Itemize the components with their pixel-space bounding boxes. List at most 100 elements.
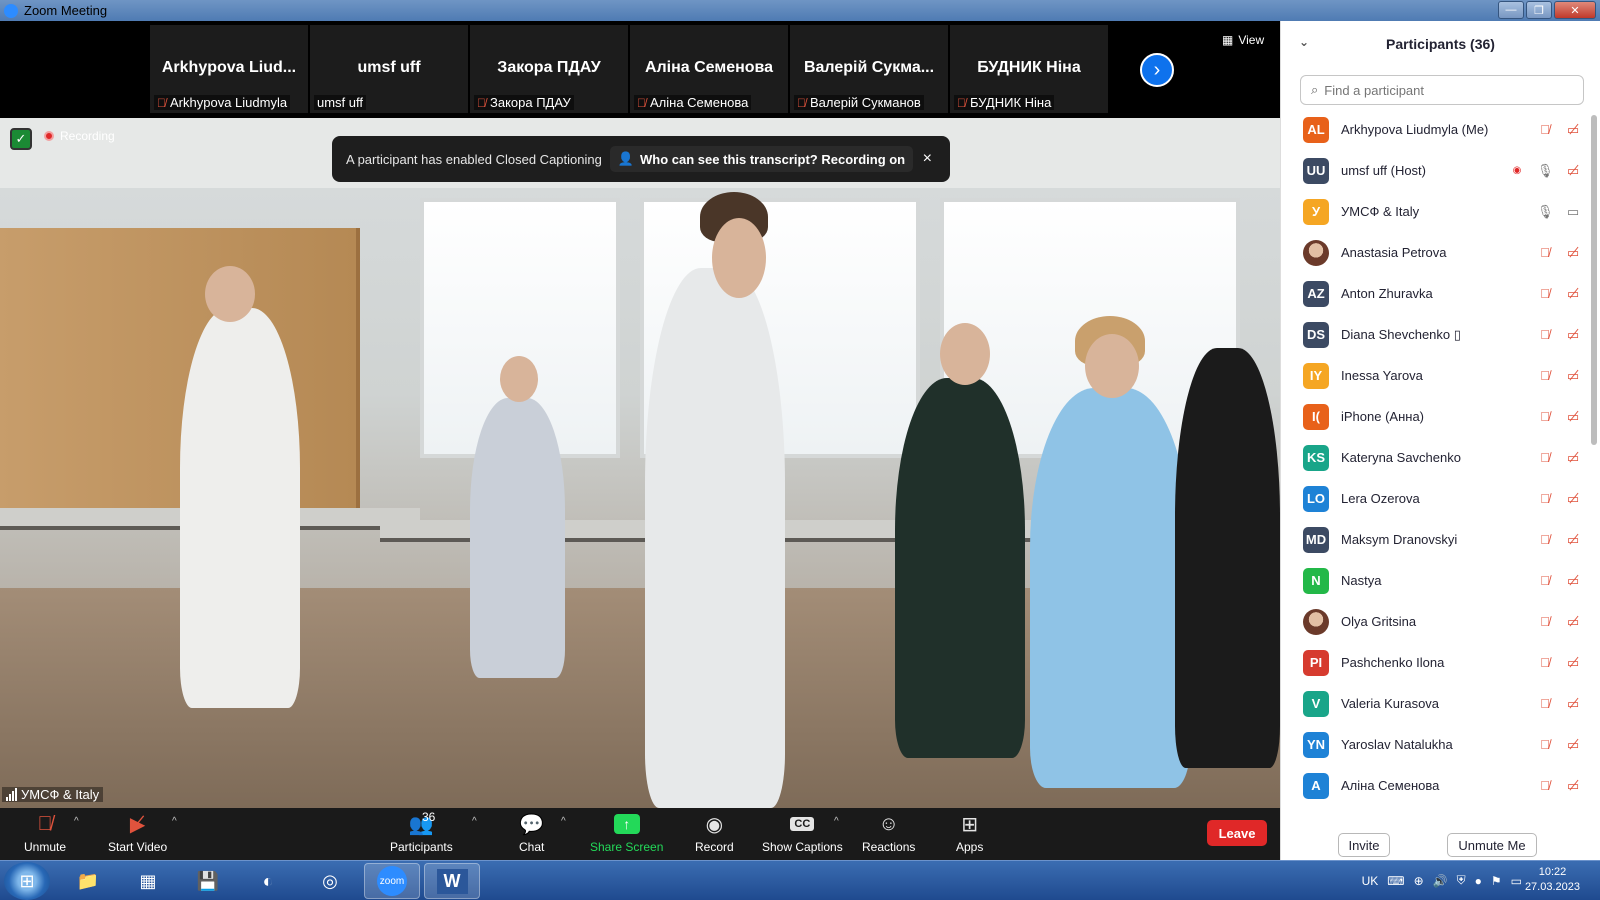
transcript-info-link[interactable]: 👤 Who can see this transcript? Recording… <box>609 146 914 172</box>
audio-options-chevron-icon[interactable]: ^ <box>74 816 79 827</box>
participant-row[interactable]: PI Pashchenko Ilona 🎙̸ ▭̸ <box>1281 642 1585 683</box>
taskbar-calculator[interactable]: ▦ <box>120 863 176 899</box>
mic-muted-icon[interactable]: 🎙̸ <box>1537 450 1553 465</box>
keyboard-icon[interactable]: ⌨ <box>1387 874 1404 888</box>
participants-button[interactable]: 👥 36 Participants <box>390 810 453 854</box>
participant-row[interactable]: Olya Gritsina 🎙̸ ▭̸ <box>1281 601 1585 642</box>
video-tile[interactable]: Закора ПДАУ 🎙̸ Закора ПДАУ <box>470 25 628 113</box>
volume-icon[interactable]: 🔊 <box>1433 874 1448 888</box>
mic-muted-icon[interactable]: 🎙̸ <box>1537 573 1553 588</box>
mic-muted-icon[interactable]: 🎙̸ <box>1537 122 1553 137</box>
unmute-button[interactable]: 🎙̸ Unmute <box>24 812 66 855</box>
participant-row[interactable]: UU umsf uff (Host) ◉ 🎙 ▭̸ <box>1281 150 1585 191</box>
close-window-button[interactable]: ✕ <box>1554 1 1596 19</box>
share-screen-button[interactable]: ↑ Share Screen <box>590 812 663 854</box>
transcript-info-text: Who can see this transcript? Recording o… <box>640 151 906 167</box>
banner-close-button[interactable]: × <box>923 150 936 168</box>
view-button[interactable]: ▦ View <box>1222 33 1264 47</box>
taskbar-save-app[interactable]: 💾 <box>180 863 236 899</box>
participants-options-chevron-icon[interactable]: ^ <box>472 816 477 827</box>
mic-muted-icon[interactable]: 🎙̸ <box>1537 409 1553 424</box>
participant-row[interactable]: AL Arkhypova Liudmyla (Me) 🎙̸ ▭̸ <box>1281 109 1585 150</box>
video-options-chevron-icon[interactable]: ^ <box>172 816 177 827</box>
participant-status-icons: 🎙̸ ▭̸ <box>1537 778 1581 794</box>
mic-muted-icon[interactable]: 🎙̸ <box>1537 696 1553 711</box>
leave-button[interactable]: Leave <box>1207 820 1267 846</box>
participant-status-icons: 🎙̸ ▭̸ <box>1537 614 1581 630</box>
taskbar-edge[interactable]: ◐ <box>240 863 296 899</box>
video-tile[interactable]: БУДНИК Ніна 🎙̸ БУДНИК Ніна <box>950 25 1108 113</box>
mic-muted-icon[interactable]: 🎙̸ <box>1537 778 1553 793</box>
flag-icon[interactable]: ⚑ <box>1491 874 1502 888</box>
show-captions-button[interactable]: CC Show Captions <box>762 812 843 854</box>
mic-muted-icon[interactable]: 🎙̸ <box>1537 737 1553 752</box>
video-tile[interactable]: Валерій Сукма... 🎙̸ Валерій Сукманов <box>790 25 948 113</box>
mic-muted-icon[interactable]: 🎙̸ <box>1537 286 1553 301</box>
tile-display-name: Arkhypova Liud... <box>161 59 297 76</box>
mic-muted-icon[interactable]: 🎙̸ <box>1537 532 1553 547</box>
participant-list-scrollbar[interactable] <box>1591 115 1597 445</box>
mic-muted-icon[interactable]: 🎙̸ <box>1537 245 1553 260</box>
mic-muted-icon[interactable]: 🎙̸ <box>1537 368 1553 383</box>
captions-options-chevron-icon[interactable]: ^ <box>834 816 839 827</box>
start-video-button[interactable]: ▶̸ Start Video <box>108 812 167 855</box>
video-tile[interactable]: umsf uff umsf uff <box>310 25 468 113</box>
mic-muted-icon[interactable]: 🎙̸ <box>1537 614 1553 629</box>
participant-row[interactable]: MD Maksym Dranovskyi 🎙̸ ▭̸ <box>1281 519 1585 560</box>
scene-person-head <box>500 356 538 402</box>
recording-indicator[interactable]: Recording <box>44 129 115 143</box>
network-icon[interactable]: ⊕ <box>1414 874 1424 888</box>
video-tile[interactable]: Arkhypova Liud... 🎙̸ Arkhypova Liudmyla <box>150 25 308 113</box>
participant-status-icons: 🎙̸ ▭̸ <box>1537 737 1581 753</box>
unmute-me-button[interactable]: Unmute Me <box>1447 833 1537 857</box>
mic-muted-icon[interactable]: 🎙̸ <box>1537 491 1553 506</box>
next-page-button[interactable]: › <box>1140 53 1174 87</box>
chat-button[interactable]: 💬 Chat <box>519 812 544 855</box>
participant-row[interactable]: KS Kateryna Savchenko 🎙̸ ▭̸ <box>1281 437 1585 478</box>
participant-status-icons: 🎙̸ ▭̸ <box>1537 327 1581 343</box>
participant-row[interactable]: IY Inessa Yarova 🎙̸ ▭̸ <box>1281 355 1585 396</box>
participant-search[interactable]: ⌕ <box>1300 75 1584 105</box>
avatar: N <box>1303 567 1329 594</box>
reactions-button[interactable]: ☺ Reactions <box>862 812 916 855</box>
mic-muted-icon[interactable]: 🎙̸ <box>1537 655 1553 670</box>
taskbar-clock[interactable]: 10:22 27.03.2023 <box>1525 865 1580 895</box>
display-icon[interactable]: ▭ <box>1511 874 1522 888</box>
taskbar-word[interactable]: W <box>424 863 480 899</box>
participant-row[interactable]: YN Yaroslav Natalukha 🎙̸ ▭̸ <box>1281 724 1585 765</box>
start-button[interactable]: ⊞ <box>4 862 50 900</box>
security-icon[interactable]: ⛨ <box>1457 873 1466 888</box>
folder-icon: 📁 <box>76 870 100 891</box>
participant-row[interactable]: Anastasia Petrova 🎙̸ ▭̸ <box>1281 232 1585 273</box>
mic-icon[interactable]: 🎙 <box>1537 163 1554 179</box>
apps-icon: ⊞ <box>961 813 979 836</box>
invite-button[interactable]: Invite <box>1338 833 1390 857</box>
record-button[interactable]: ◉ Record <box>695 812 734 855</box>
participant-row[interactable]: У УМСФ & Italy 🎙 ▭ <box>1281 191 1585 232</box>
search-input[interactable] <box>1324 82 1565 98</box>
maximize-button[interactable]: ❐ <box>1526 1 1552 19</box>
participant-row[interactable]: AZ Anton Zhuravka 🎙̸ ▭̸ <box>1281 273 1585 314</box>
chat-options-chevron-icon[interactable]: ^ <box>561 816 566 827</box>
video-icon: ▭ <box>1566 203 1580 219</box>
participant-row[interactable]: N Nastya 🎙̸ ▭̸ <box>1281 560 1585 601</box>
minimize-button[interactable]: — <box>1498 1 1524 19</box>
language-indicator[interactable]: UK <box>1362 874 1379 888</box>
taskbar-chrome[interactable]: ◎ <box>302 863 358 899</box>
participant-row[interactable]: V Valeria Kurasova 🎙̸ ▭̸ <box>1281 683 1585 724</box>
reactions-label: Reactions <box>862 840 916 854</box>
participant-row[interactable]: LO Lera Ozerova 🎙̸ ▭̸ <box>1281 478 1585 519</box>
mic-icon[interactable]: 🎙 <box>1537 204 1554 220</box>
video-off-icon: ▭̸ <box>1566 613 1580 629</box>
participant-row[interactable]: DS Diana Shevchenko ▯ 🎙̸ ▭̸ <box>1281 314 1585 355</box>
zoom-tray-icon[interactable]: ● <box>1475 874 1482 888</box>
mic-muted-icon[interactable]: 🎙̸ <box>1537 327 1553 342</box>
taskbar-zoom[interactable]: zoom <box>364 863 420 899</box>
taskbar-explorer[interactable]: 📁 <box>60 863 116 899</box>
meeting-security-shield-icon[interactable]: ✓ <box>10 128 32 150</box>
collapse-chevron-down-icon[interactable]: ⌄ <box>1299 35 1309 49</box>
participant-row[interactable]: A Аліна Семенова 🎙̸ ▭̸ <box>1281 765 1585 806</box>
participant-row[interactable]: I(iPhone (Анна) 🎙̸ ▭̸ <box>1281 396 1585 437</box>
video-tile[interactable]: Аліна Семенова 🎙̸ Аліна Семенова <box>630 25 788 113</box>
apps-button[interactable]: ⊞ Apps <box>956 812 983 855</box>
